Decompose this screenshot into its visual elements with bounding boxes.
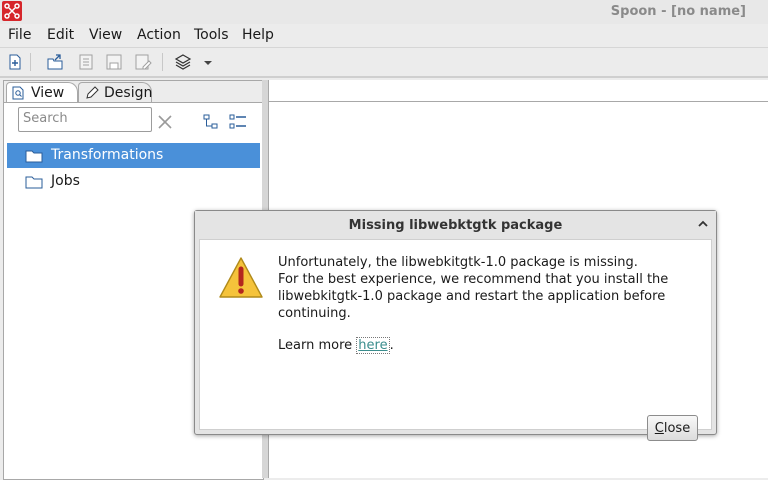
- learn-more-text: Learn more here.: [278, 337, 394, 354]
- dialog-title: Missing libwebktgtk package: [348, 218, 563, 233]
- design-tab-icon: [86, 86, 99, 99]
- tab-design-label: Design: [104, 85, 153, 101]
- search-input[interactable]: [19, 108, 151, 129]
- menu-bar: File Edit View Action Tools Help: [0, 24, 768, 46]
- tab-view-label: View: [31, 85, 65, 101]
- new-file-icon[interactable]: [6, 53, 24, 71]
- dropdown-arrow-icon[interactable]: [201, 53, 219, 71]
- menu-help[interactable]: Help: [242, 27, 274, 43]
- title-bar: Spoon - [no name]: [0, 0, 768, 24]
- tree-item-label: Transformations: [51, 147, 164, 163]
- dialog-message-line: libwebkitgtk-1.0 package and restart the…: [278, 289, 666, 304]
- folder-icon: [25, 150, 43, 163]
- missing-package-dialog: Missing libwebktgtk package Unfortunatel…: [194, 210, 717, 441]
- learn-more-link[interactable]: here: [356, 337, 390, 354]
- perspective-layers-icon[interactable]: [174, 53, 192, 71]
- dialog-message-line: For the best experience, we recommend th…: [278, 272, 669, 287]
- canvas-tabstrip: [269, 80, 768, 102]
- window-title: Spoon - [no name]: [610, 4, 746, 19]
- learn-more-prefix: Learn more: [278, 338, 357, 353]
- spoon-logo-icon[interactable]: [2, 1, 22, 21]
- dialog-message-line: continuing.: [278, 306, 351, 321]
- explore-repository-icon[interactable]: [77, 53, 95, 71]
- tab-view[interactable]: View: [6, 82, 78, 102]
- tree-item-transformations[interactable]: Transformations: [7, 143, 260, 168]
- warning-icon: [219, 257, 263, 298]
- view-tab-icon: [12, 86, 24, 100]
- save-icon[interactable]: [105, 53, 123, 71]
- collapse-dialog-icon[interactable]: [698, 220, 708, 228]
- close-button-mnemonic: C: [654, 420, 664, 436]
- toolbar: [0, 47, 768, 77]
- menu-view[interactable]: View: [89, 27, 122, 43]
- toolbar-divider: [0, 76, 768, 78]
- dialog-body: Unfortunately, the libwebkitgtk-1.0 pack…: [199, 239, 712, 441]
- search-field[interactable]: [18, 107, 152, 132]
- tree-item-label: Jobs: [51, 173, 80, 189]
- dialog-message-line: Unfortunately, the libwebkitgtk-1.0 pack…: [278, 255, 638, 270]
- expand-tree-icon[interactable]: [229, 114, 247, 130]
- left-tabstrip: View Design: [4, 81, 263, 103]
- close-button[interactable]: Close: [647, 415, 698, 441]
- tree-item-jobs[interactable]: Jobs: [7, 169, 260, 194]
- dialog-title-bar[interactable]: Missing libwebktgtk package: [195, 211, 716, 239]
- menu-file[interactable]: File: [8, 27, 31, 43]
- tab-design[interactable]: Design: [78, 82, 152, 102]
- toolbar-separator: [162, 53, 163, 71]
- clear-search-icon[interactable]: [157, 114, 173, 130]
- collapse-tree-icon[interactable]: [203, 114, 219, 130]
- learn-more-suffix: .: [389, 338, 394, 353]
- save-as-icon[interactable]: [134, 53, 152, 71]
- open-file-icon[interactable]: [46, 53, 64, 71]
- menu-edit[interactable]: Edit: [47, 27, 74, 43]
- close-button-label: lose: [663, 420, 691, 436]
- menu-tools[interactable]: Tools: [194, 27, 229, 43]
- toolbar-separator: [30, 53, 31, 71]
- menu-action[interactable]: Action: [137, 27, 181, 43]
- folder-icon: [25, 176, 43, 189]
